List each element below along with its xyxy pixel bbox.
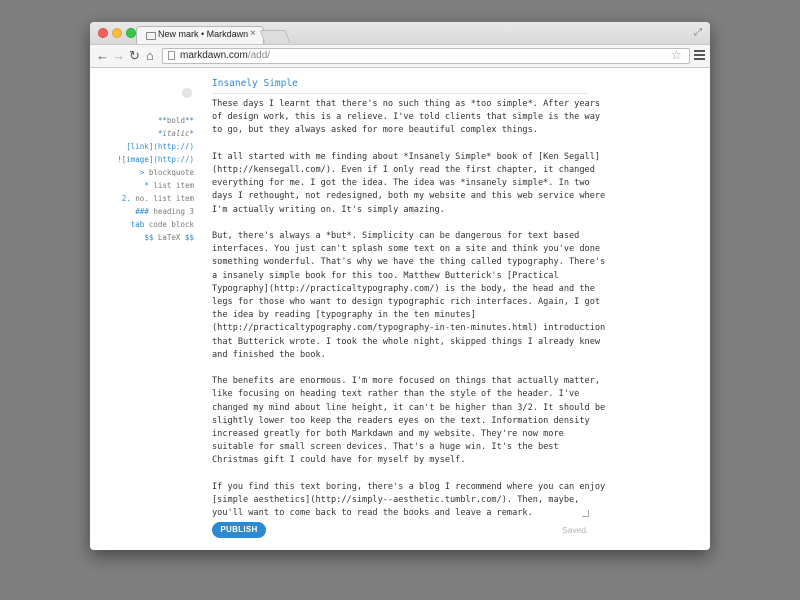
cheatsheet-item: * list item [144, 181, 194, 190]
title-bar: New mark • Markdawn × ⤢ [90, 22, 710, 44]
textarea-resize-handle-icon[interactable] [582, 510, 589, 517]
tab-title: New mark • Markdawn [158, 29, 249, 39]
save-status: Saved. [562, 525, 589, 535]
markdown-editor-textarea[interactable]: These days I learnt that there's no such… [212, 98, 605, 521]
tab-close-icon[interactable]: × [250, 28, 256, 39]
collapse-sidebar-icon[interactable]: › [182, 88, 192, 98]
publish-button[interactable]: PUBLISH [212, 522, 266, 538]
cheatsheet-item: **bold** [157, 116, 194, 125]
markdown-cheatsheet: **bold** *italic* [link](http://) ![image](… [117, 114, 194, 244]
home-icon[interactable]: ⌂ [146, 48, 154, 63]
browser-toolbar: ← → ↻ ⌂ markdawn.com/add/ ☆ [90, 44, 710, 68]
minimize-window-button[interactable] [112, 28, 122, 38]
cheatsheet-item: [link](http://) [126, 142, 194, 151]
address-bar[interactable]: markdawn.com/add/ ☆ [162, 48, 690, 64]
browser-tab[interactable]: New mark • Markdawn × [136, 26, 264, 44]
cheatsheet-item: *italic* [157, 129, 194, 138]
document-title[interactable]: Insanely Simple [212, 78, 298, 89]
menu-icon[interactable] [694, 50, 705, 62]
page-favicon-icon [146, 32, 156, 40]
url-host: markdawn.com [180, 50, 248, 61]
cheatsheet-item: ![image](http://) [117, 155, 194, 164]
page-icon [168, 51, 175, 60]
cheatsheet-item: tab code block [130, 220, 194, 229]
cheatsheet-item: $$ LaTeX $$ [144, 233, 194, 242]
reload-icon[interactable]: ↻ [129, 48, 140, 64]
url-text[interactable]: markdawn.com/add/ [180, 50, 270, 61]
new-tab-button[interactable] [259, 30, 291, 43]
close-window-button[interactable] [98, 28, 108, 38]
cheatsheet-item: > blockquote [139, 168, 194, 177]
browser-window: New mark • Markdawn × ⤢ ← → ↻ ⌂ markdawn… [90, 22, 710, 550]
forward-arrow-icon[interactable]: → [112, 48, 125, 63]
cheatsheet-item: 2. no. list item [121, 194, 194, 203]
fullscreen-icon[interactable]: ⤢ [694, 27, 702, 38]
url-path: /add/ [247, 50, 271, 61]
page-content: › **bold** *italic* [link](http://) ![image… [90, 68, 710, 550]
bookmark-star-icon[interactable]: ☆ [671, 48, 682, 62]
back-arrow-icon[interactable]: ← [96, 48, 109, 63]
zoom-window-button[interactable] [126, 28, 136, 38]
title-divider [212, 93, 588, 94]
cheatsheet-item: ### heading 3 [135, 207, 194, 216]
